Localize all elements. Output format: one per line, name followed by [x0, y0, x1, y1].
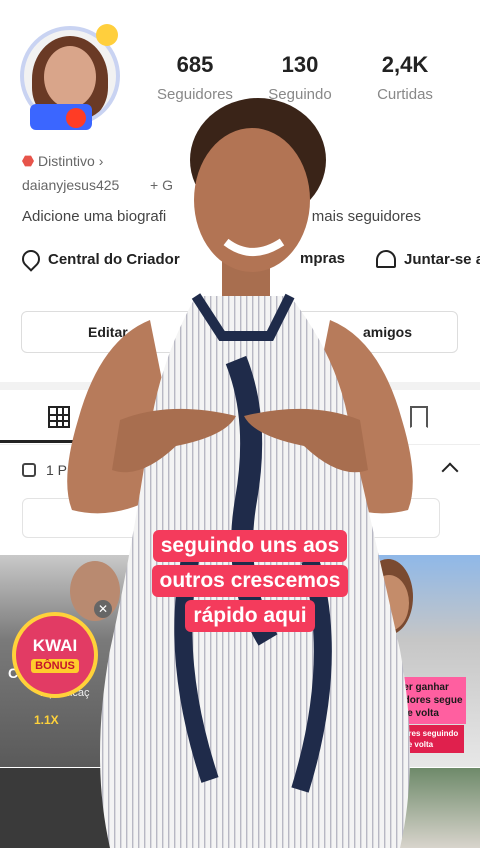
person-smile [223, 238, 285, 256]
caption-line-1: seguindo uns aos [152, 530, 348, 562]
video-thumbnail-face [369, 575, 409, 631]
avatar-face [44, 46, 96, 108]
section-divider [0, 382, 480, 390]
playlist-row[interactable]: 1 P [22, 462, 67, 478]
bio-prompt-left: Adicione uma biografi [22, 208, 167, 225]
video-tag-main: quer ganhar seguidores segue de volta [374, 677, 466, 724]
video-tile-6[interactable] [359, 768, 480, 848]
kwai-multiplier: 1.1X [34, 713, 59, 727]
bio-prompt[interactable]: Adicione uma biografi ar mais seguidores [22, 208, 421, 225]
add-gender-button[interactable]: + G [150, 177, 173, 193]
person-neck [222, 250, 270, 310]
video-tile-5[interactable] [133, 768, 358, 848]
person-face [194, 128, 310, 272]
likes-label: Curtidas [377, 86, 433, 103]
stat-followers[interactable]: 685 Seguidores [140, 52, 250, 103]
active-tab-indicator [0, 440, 120, 443]
badge-link[interactable]: Distintivo › [22, 153, 103, 169]
pin-icon [18, 246, 44, 272]
crown-icon [96, 24, 118, 46]
friends-button[interactable]: amigos [244, 311, 458, 353]
kwai-bonus-label: BÔNUS [31, 659, 79, 673]
house-icon [376, 250, 396, 268]
video-tag-sub: seguidores seguindo de volta [372, 725, 464, 753]
join-label: Juntar-se a [404, 250, 480, 268]
chevron-right-icon: › [98, 153, 104, 169]
shopping-button[interactable]: mpras [300, 250, 345, 267]
caption-line-2: outros crescemos [151, 565, 349, 597]
video-caption: seguindo uns aos outros crescemos rápido… [134, 530, 366, 635]
play-icon [22, 463, 36, 477]
person-hair [190, 98, 326, 222]
followers-label: Seguidores [157, 86, 233, 103]
join-button[interactable]: Juntar-se a [376, 250, 480, 268]
following-label: Seguindo [268, 86, 332, 103]
shopping-label: mpras [300, 250, 346, 267]
close-icon[interactable]: ✕ [94, 600, 112, 618]
stat-likes[interactable]: 2,4K Curtidas [350, 52, 460, 103]
hexagon-badge-icon [22, 155, 34, 167]
creator-center-label: Central do Criador [48, 250, 180, 268]
following-count: 130 [281, 52, 319, 77]
kwai-title: KWAI [32, 636, 78, 655]
badge-label: Distintivo [38, 153, 95, 169]
grid-icon[interactable] [48, 406, 70, 428]
followers-count: 685 [176, 52, 214, 77]
likes-count: 2,4K [381, 52, 429, 77]
playlist-count: 1 P [46, 462, 68, 478]
content-tabs [0, 390, 480, 445]
flower-icon [66, 108, 86, 128]
edit-profile-button[interactable]: Editar [21, 311, 236, 353]
stat-following[interactable]: 130 Seguindo [245, 52, 355, 103]
caption-line-3: rápido aqui [185, 600, 315, 632]
edit-profile-label: Editar [88, 324, 128, 340]
kwai-bonus-badge[interactable]: KWAI BÔNUS [12, 612, 98, 698]
chevron-up-icon[interactable] [441, 462, 459, 480]
username: daianyjesus425 [22, 177, 120, 193]
bio-prompt-right: ar mais seguidores [294, 208, 421, 225]
creator-center-button[interactable]: Central do Criador [18, 246, 180, 272]
video-tile-4[interactable] [0, 768, 132, 848]
friends-label: amigos [363, 324, 413, 340]
